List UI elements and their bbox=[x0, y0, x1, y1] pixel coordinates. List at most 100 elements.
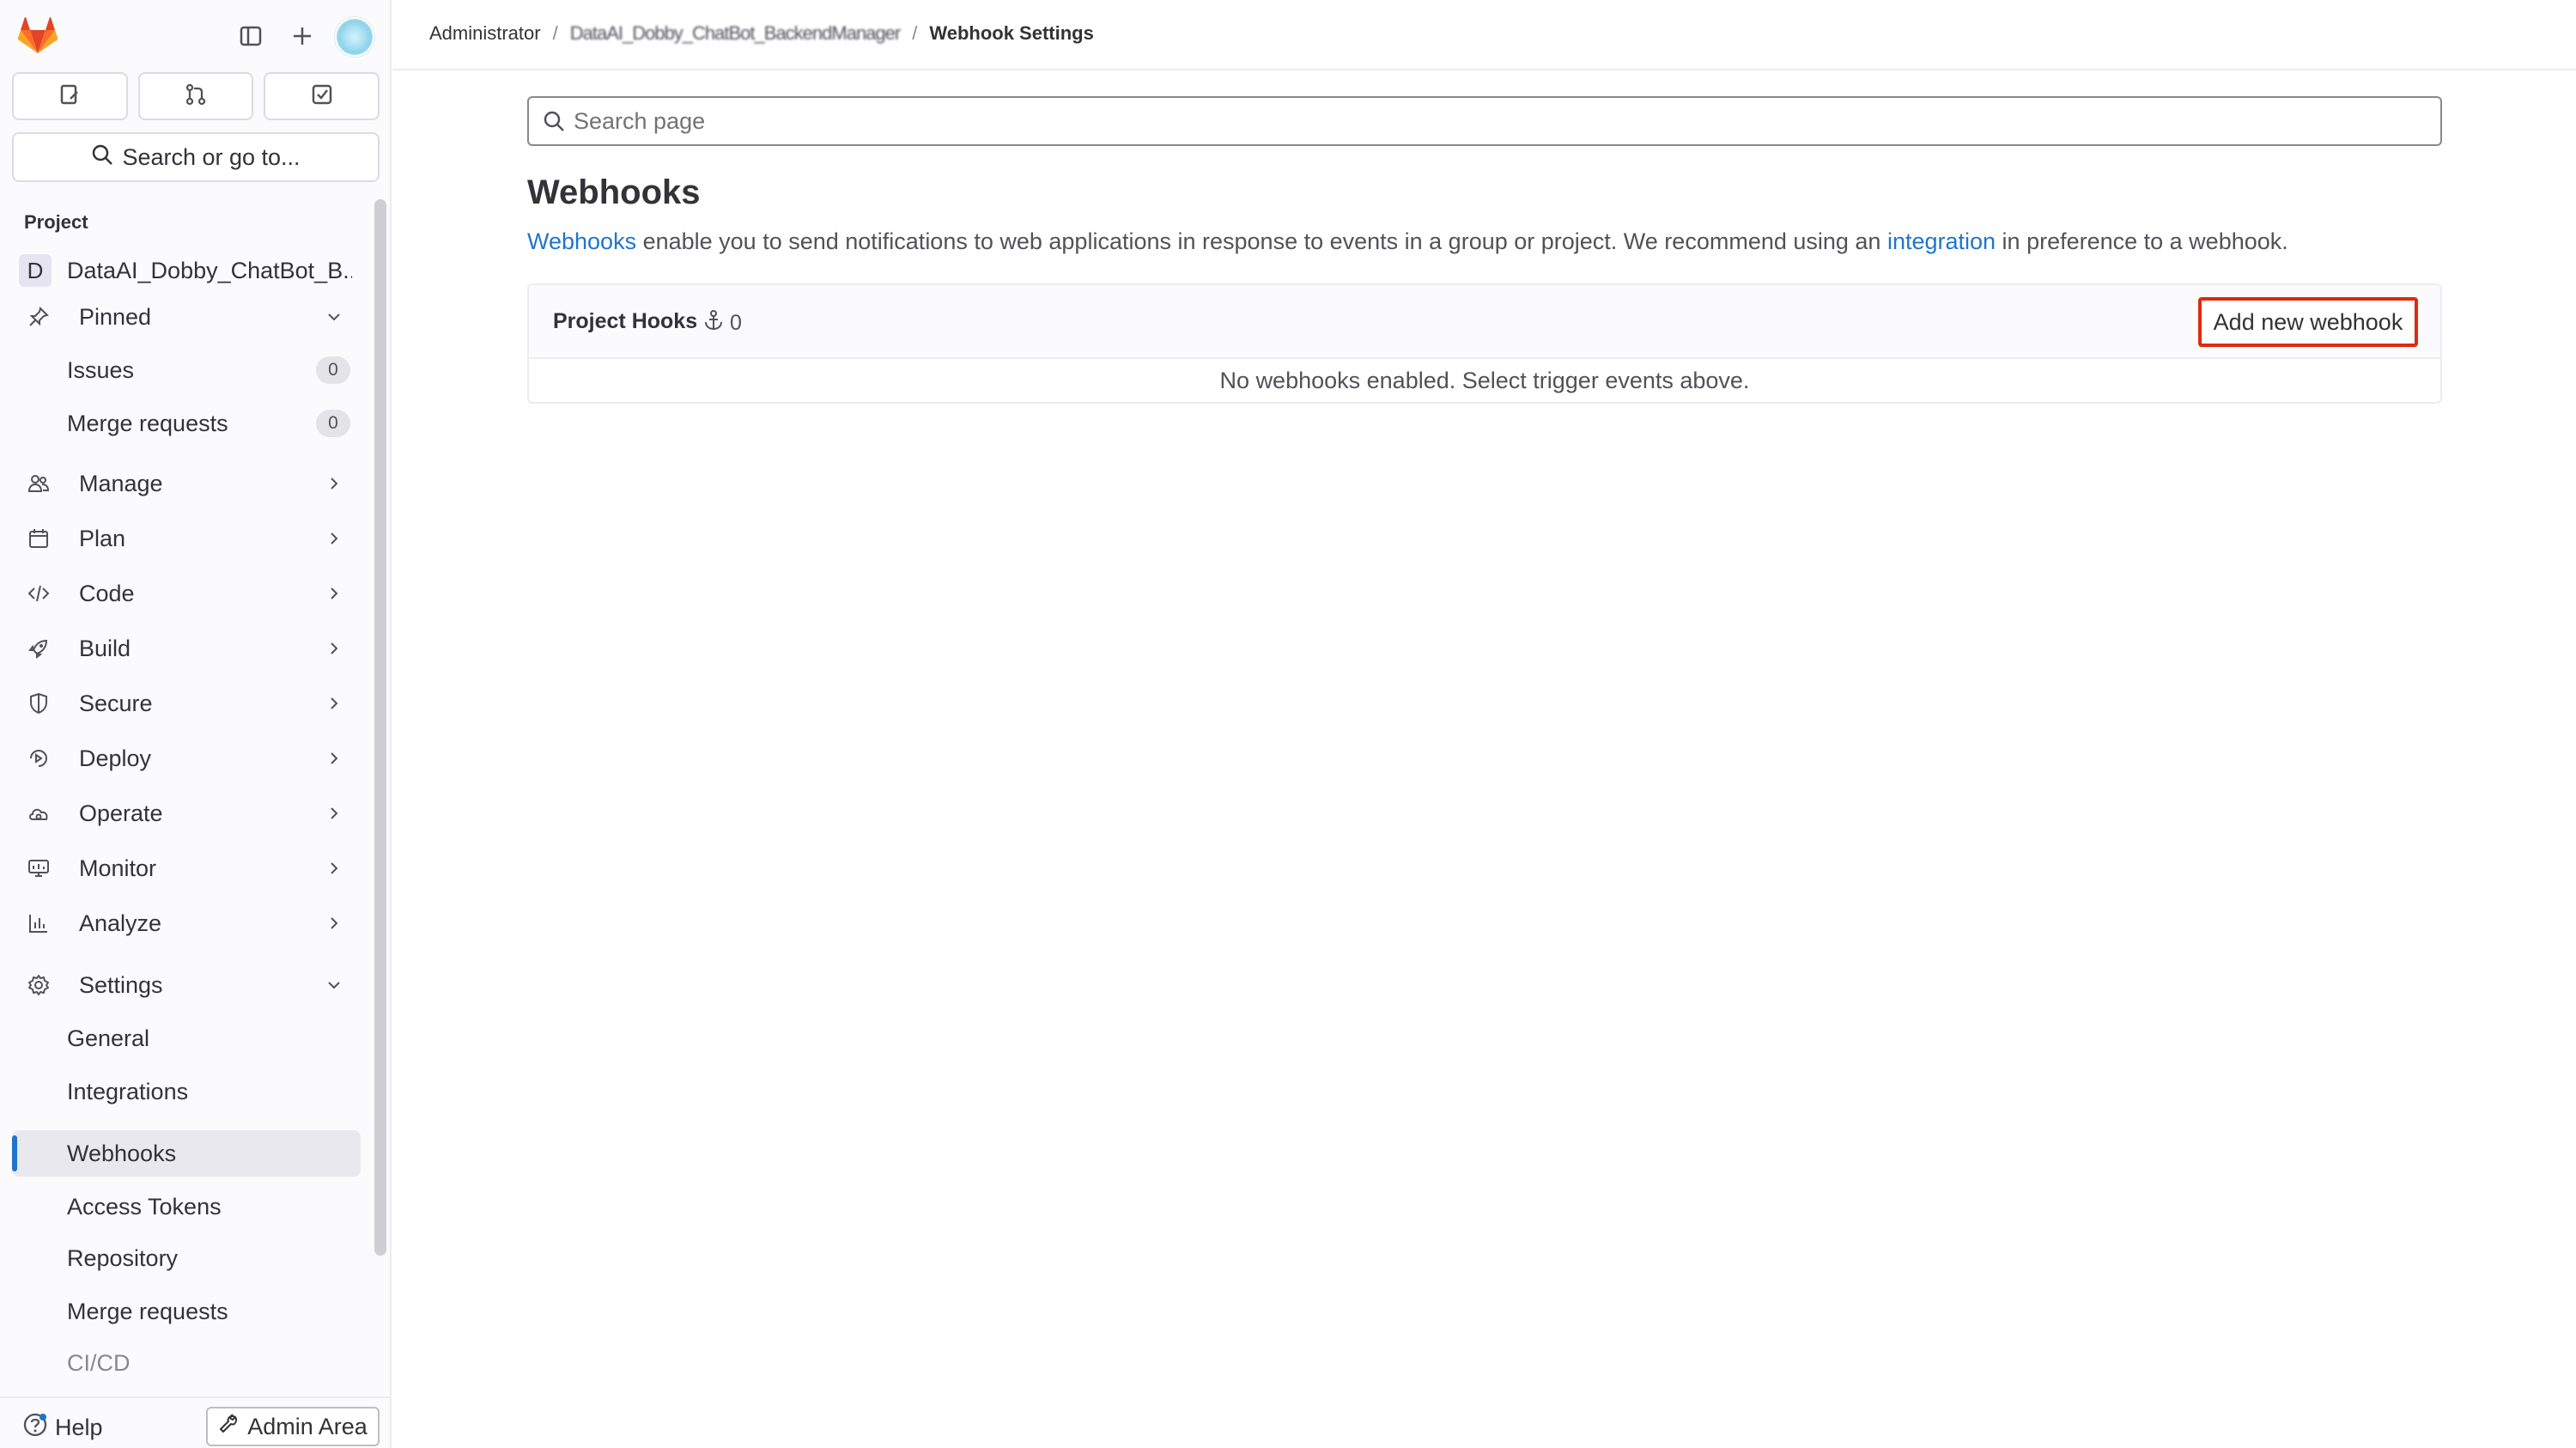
hooks-count-value: 0 bbox=[730, 311, 742, 335]
todos-tab-button[interactable] bbox=[264, 72, 380, 120]
chevron-right-icon bbox=[321, 636, 347, 661]
sidebar-item-label: Manage bbox=[79, 470, 163, 496]
sidebar-item-label: Secure bbox=[79, 690, 153, 716]
project-heading: Project bbox=[24, 211, 88, 233]
sidebar-item-general[interactable]: General bbox=[12, 1015, 361, 1062]
sidebar-item-label: Plan bbox=[79, 525, 126, 551]
webhooks-docs-link[interactable]: Webhooks bbox=[527, 228, 636, 254]
rocket-icon bbox=[24, 634, 53, 663]
sidebar-item-build[interactable]: Build bbox=[12, 625, 355, 672]
sidebar-search-button[interactable]: Search or go to... bbox=[12, 132, 380, 182]
chevron-right-icon bbox=[321, 471, 347, 496]
todo-check-icon bbox=[309, 82, 335, 112]
sidebar: Search or go to... Project D DataAI_Dobb… bbox=[0, 0, 392, 1448]
admin-area-label: Admin Area bbox=[247, 1413, 368, 1439]
sidebar-item-label: Access Tokens bbox=[67, 1193, 222, 1220]
gitlab-logo-icon[interactable] bbox=[17, 15, 58, 55]
page-search-box[interactable] bbox=[527, 96, 2442, 146]
sidebar-item-webhooks[interactable]: Webhooks bbox=[12, 1130, 361, 1177]
help-icon bbox=[22, 1412, 48, 1444]
count-badge: 0 bbox=[316, 356, 350, 384]
search-icon bbox=[541, 108, 567, 134]
project-hooks-title: Project Hooks bbox=[553, 309, 698, 333]
sidebar-item-operate[interactable]: Operate bbox=[12, 790, 355, 837]
shield-icon bbox=[24, 689, 53, 718]
sidebar-item-label: Issues bbox=[67, 356, 135, 383]
sidebar-item-settings[interactable]: Settings bbox=[12, 962, 355, 1008]
user-avatar[interactable] bbox=[335, 17, 374, 57]
pin-icon bbox=[24, 302, 53, 332]
breadcrumb-separator: / bbox=[912, 22, 918, 44]
search-page-input[interactable] bbox=[574, 107, 2377, 135]
sidebar-item-deploy[interactable]: Deploy bbox=[12, 735, 355, 782]
count-badge: 0 bbox=[316, 410, 350, 437]
sidebar-item-analyze[interactable]: Analyze bbox=[12, 900, 355, 946]
create-new-icon[interactable] bbox=[285, 19, 319, 53]
sidebar-item-label: Merge requests bbox=[67, 1298, 228, 1324]
add-new-webhook-button[interactable]: Add new webhook bbox=[2198, 297, 2418, 347]
chevron-down-icon bbox=[321, 304, 347, 330]
sidebar-item-label: Settings bbox=[79, 971, 163, 998]
sidebar-item-settings-merge-requests[interactable]: Merge requests bbox=[12, 1288, 361, 1335]
chevron-right-icon bbox=[321, 910, 347, 936]
sidebar-item-label: Pinned bbox=[79, 303, 152, 330]
sidebar-item-label: Integrations bbox=[67, 1078, 189, 1104]
project-link[interactable]: D DataAI_Dobby_ChatBot_B... bbox=[12, 249, 355, 292]
project-hooks-card: Project Hooks 0 Add new webhook No webho… bbox=[527, 283, 2442, 404]
help-button[interactable]: Help bbox=[22, 1412, 103, 1444]
empty-state-message: No webhooks enabled. Select trigger even… bbox=[1219, 368, 1750, 393]
sidebar-item-issues[interactable]: Issues 0 bbox=[12, 347, 361, 393]
chevron-right-icon bbox=[321, 855, 347, 881]
admin-area-button[interactable]: Admin Area bbox=[206, 1407, 380, 1446]
sidebar-item-label: Operate bbox=[79, 800, 163, 826]
chevron-right-icon bbox=[321, 526, 347, 551]
integration-link[interactable]: integration bbox=[1887, 228, 1996, 254]
intro-text: Webhooks enable you to send notification… bbox=[527, 228, 2288, 255]
gear-icon bbox=[24, 970, 53, 1000]
monitor-icon bbox=[24, 854, 53, 883]
sidebar-top bbox=[0, 0, 392, 69]
breadcrumb: Administrator / DataAI_Dobby_ChatBot_Bac… bbox=[429, 22, 1094, 45]
sidebar-item-pinned[interactable]: Pinned bbox=[12, 294, 355, 340]
sidebar-item-label: General bbox=[67, 1025, 150, 1051]
sidebar-search-label: Search or go to... bbox=[122, 143, 301, 170]
merge-requests-tab-button[interactable] bbox=[137, 72, 254, 120]
breadcrumb-separator: / bbox=[552, 22, 558, 44]
collapse-sidebar-icon[interactable] bbox=[234, 19, 268, 53]
divider bbox=[0, 1396, 392, 1398]
breadcrumb-root[interactable]: Administrator bbox=[429, 22, 541, 45]
sidebar-item-label: CI/CD bbox=[67, 1349, 131, 1376]
intro-text-part1: enable you to send notifications to web … bbox=[636, 228, 1887, 254]
deploy-icon bbox=[24, 744, 53, 773]
project-hooks-header: Project Hooks 0 Add new webhook bbox=[529, 285, 2440, 359]
chevron-right-icon bbox=[321, 745, 347, 771]
breadcrumb-current[interactable]: Webhook Settings bbox=[929, 22, 1094, 45]
wrench-icon bbox=[218, 1413, 239, 1440]
help-label: Help bbox=[55, 1415, 103, 1440]
sidebar-item-repository[interactable]: Repository bbox=[12, 1235, 361, 1281]
search-icon bbox=[91, 143, 113, 172]
anchor-icon bbox=[702, 309, 725, 338]
sidebar-item-ci-cd[interactable]: CI/CD bbox=[12, 1340, 361, 1386]
calendar-icon bbox=[24, 524, 53, 553]
sidebar-item-plan[interactable]: Plan bbox=[12, 515, 355, 562]
sidebar-item-integrations[interactable]: Integrations bbox=[12, 1068, 361, 1115]
sidebar-item-code[interactable]: Code bbox=[12, 570, 355, 617]
merge-request-icon bbox=[183, 82, 209, 112]
sidebar-item-access-tokens[interactable]: Access Tokens bbox=[12, 1183, 361, 1230]
sidebar-item-monitor[interactable]: Monitor bbox=[12, 845, 355, 891]
sidebar-item-secure[interactable]: Secure bbox=[12, 680, 355, 727]
sidebar-scrollbar[interactable] bbox=[374, 199, 386, 1256]
sidebar-item-label: Webhooks bbox=[67, 1140, 177, 1166]
breadcrumb-project[interactable]: DataAI_Dobby_ChatBot_BackendManager bbox=[570, 22, 901, 45]
issues-tab-button[interactable] bbox=[12, 72, 128, 120]
sidebar-nav: Project D DataAI_Dobby_ChatBot_B... Pinn… bbox=[0, 196, 366, 1398]
project-name: DataAI_Dobby_ChatBot_B... bbox=[67, 257, 352, 283]
chevron-down-icon bbox=[321, 972, 347, 998]
top-bar: Administrator / DataAI_Dobby_ChatBot_Bac… bbox=[393, 0, 2576, 70]
issues-icon bbox=[57, 82, 82, 112]
sidebar-item-label: Merge requests bbox=[67, 410, 228, 436]
code-icon bbox=[24, 579, 53, 608]
sidebar-item-merge-requests[interactable]: Merge requests 0 bbox=[12, 400, 361, 447]
sidebar-item-manage[interactable]: Manage bbox=[12, 460, 355, 507]
